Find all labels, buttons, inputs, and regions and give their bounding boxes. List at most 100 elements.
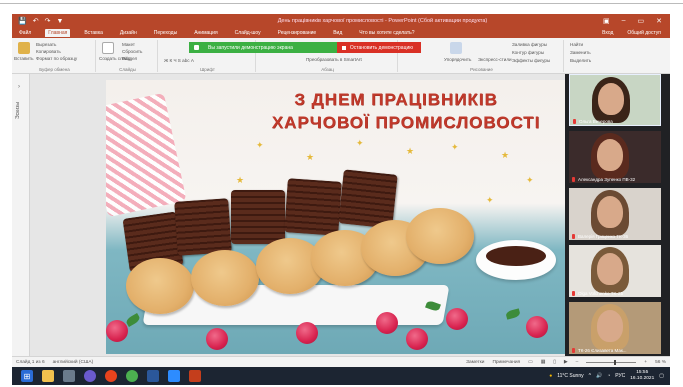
- redo-icon[interactable]: ↷: [45, 17, 51, 25]
- shape-fill-button[interactable]: Заливка фигуры: [512, 42, 547, 47]
- word-icon[interactable]: [147, 370, 159, 382]
- file-explorer-icon[interactable]: [42, 370, 54, 382]
- arrange-icon[interactable]: [450, 42, 462, 54]
- participant-face: [597, 196, 623, 228]
- tab-animations[interactable]: Анимация: [191, 29, 220, 37]
- participant-name-bar: Валерія Гриценко ТК-36: [569, 233, 661, 240]
- copy-button[interactable]: Копировать: [36, 49, 61, 54]
- windows-start-icon[interactable]: ⊞: [21, 370, 33, 382]
- viber-icon[interactable]: [84, 370, 96, 382]
- new-slide-icon[interactable]: [102, 42, 114, 54]
- star-decoration: ✦: [486, 195, 494, 205]
- tab-view[interactable]: Вид: [330, 29, 345, 37]
- star-decoration: ✦: [256, 140, 264, 150]
- thumbnails-pane[interactable]: › Эскизы: [12, 74, 30, 356]
- weather-icon: ●: [549, 373, 553, 379]
- keyboard-language[interactable]: РУС: [615, 373, 625, 379]
- drag-handle-icon[interactable]: [194, 45, 199, 50]
- chocolate-waffle: [174, 198, 232, 256]
- mint-leaf: [124, 313, 142, 327]
- tab-home[interactable]: Главная: [45, 29, 71, 37]
- tab-slideshow[interactable]: Слайд-шоу: [232, 29, 264, 37]
- participant-name: ТК-26 Єлизавета Мак...: [578, 348, 627, 353]
- zoom-in-icon[interactable]: +: [644, 360, 647, 365]
- find-button[interactable]: Найти: [570, 42, 583, 47]
- network-icon[interactable]: ◔: [607, 373, 610, 379]
- notifications-icon[interactable]: ▢: [659, 373, 664, 379]
- section-button[interactable]: Раздел: [122, 56, 137, 61]
- ribbon-display-icon[interactable]: ▣: [603, 17, 610, 25]
- volume-icon[interactable]: 🔊: [596, 373, 602, 379]
- sorter-view-icon[interactable]: ▦: [541, 360, 546, 365]
- shape-outline-button[interactable]: Контур фигуры: [512, 50, 544, 55]
- raspberry: [376, 312, 398, 334]
- language-indicator[interactable]: английский (США): [53, 360, 94, 365]
- tell-me-search[interactable]: Что вы хотите сделать?: [356, 29, 417, 37]
- chocolate-bowl: [476, 240, 556, 280]
- participant-tile[interactable]: Валерія Гриценко ТК-36: [569, 188, 661, 240]
- clock[interactable]: 15:55 16.10.2021: [630, 370, 654, 382]
- participant-tile[interactable]: ТК-26 Єлизавета Мак...: [569, 302, 661, 354]
- tab-review[interactable]: Рецензирование: [275, 29, 320, 37]
- raspberry: [406, 328, 428, 350]
- normal-view-icon[interactable]: ▭: [528, 360, 533, 365]
- customize-qat-icon[interactable]: ▼: [56, 18, 63, 25]
- participant-name: Olga Volchenko TK-25: [578, 291, 623, 296]
- participant-tile[interactable]: Olga Volchenko TK-25: [569, 245, 661, 297]
- powerpoint-icon[interactable]: [189, 370, 201, 382]
- signin-link[interactable]: Вход: [599, 29, 616, 37]
- round-biscuit: [406, 208, 474, 264]
- layout-button[interactable]: Макет: [122, 42, 135, 47]
- system-tray: ● 11°C Sunny ^ 🔊 ◔ РУС 15:55 16.10.2021 …: [549, 370, 670, 382]
- chrome-icon[interactable]: [126, 370, 138, 382]
- participant-tile[interactable]: Александра Зупенко ПВ-32: [569, 131, 661, 183]
- shape-effects-button[interactable]: Эффекты фигуры: [512, 58, 550, 63]
- close-button[interactable]: ✕: [656, 17, 662, 25]
- font-group-label: Шрифт: [200, 67, 215, 72]
- minimize-button[interactable]: –: [622, 17, 626, 25]
- select-button[interactable]: Выделить: [570, 58, 591, 63]
- opera-icon[interactable]: [105, 370, 117, 382]
- tab-transitions[interactable]: Переходы: [151, 29, 180, 37]
- expand-pane-icon[interactable]: ›: [18, 84, 20, 90]
- participant-tile[interactable]: Ольга Вечерова: [569, 74, 661, 126]
- notes-button[interactable]: Заметки: [466, 360, 484, 365]
- raspberry: [446, 308, 468, 330]
- maximize-button[interactable]: ▭: [638, 17, 645, 25]
- tab-file[interactable]: Файл: [16, 29, 34, 37]
- weather-text[interactable]: 11°C Sunny: [557, 373, 583, 379]
- store-icon[interactable]: [63, 370, 75, 382]
- paste-icon[interactable]: [18, 42, 30, 54]
- tab-insert[interactable]: Вставка: [81, 29, 106, 37]
- paste-button[interactable]: Вставить: [14, 56, 33, 61]
- quick-styles-button[interactable]: Экспресс-стили: [478, 57, 512, 62]
- stop-sharing-button[interactable]: Остановить демонстрацию: [336, 42, 421, 53]
- zoom-out-icon[interactable]: –: [576, 360, 579, 365]
- format-painter-button[interactable]: Формат по образцу: [36, 56, 77, 61]
- zoom-app-icon[interactable]: [168, 370, 180, 382]
- tab-design[interactable]: Дизайн: [117, 29, 140, 37]
- ribbon-tabs: Файл Главная Вставка Дизайн Переходы Ани…: [12, 28, 670, 38]
- share-button[interactable]: Общий доступ: [624, 29, 664, 37]
- cut-button[interactable]: Вырезать: [36, 42, 56, 47]
- zoom-level[interactable]: 56 %: [655, 360, 666, 365]
- font-format-buttons[interactable]: Ж К Ч S abc А: [164, 58, 194, 63]
- reset-button[interactable]: Сбросить: [122, 49, 142, 54]
- smartart-button[interactable]: Преобразовать в SmartArt: [306, 57, 362, 62]
- replace-button[interactable]: Заменить: [570, 50, 591, 55]
- participant-name: Ольга Вечерова: [579, 119, 613, 124]
- arrange-button[interactable]: Упорядочить: [444, 57, 471, 62]
- save-icon[interactable]: 💾: [18, 17, 27, 25]
- slideshow-view-icon[interactable]: ▶: [564, 360, 568, 365]
- participant-name: Валерія Гриценко ТК-36: [578, 234, 629, 239]
- star-decoration: ★: [501, 150, 510, 160]
- reading-view-icon[interactable]: ▯: [553, 360, 556, 365]
- top-border: [0, 0, 683, 4]
- undo-icon[interactable]: ↶: [33, 17, 39, 25]
- zoom-slider[interactable]: [586, 359, 637, 365]
- tray-overflow-icon[interactable]: ^: [589, 373, 591, 379]
- stop-sharing-label: Остановить демонстрацию: [349, 44, 413, 51]
- comments-button[interactable]: Примечания: [492, 360, 520, 365]
- slide-canvas[interactable]: ✦ ★ ✦ ★ ✦ ★ ✦ ★ ✦ З ДНЕМ ПРАЦІВНИКІВ ХАР…: [106, 80, 566, 354]
- screen-share-banner: Вы запустили демонстрацию экрана Останов…: [189, 42, 421, 53]
